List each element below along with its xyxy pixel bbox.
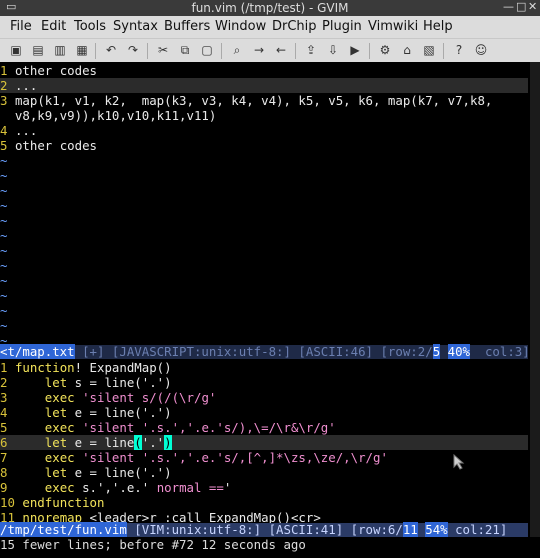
top-buffer-line[interactable]: 4 ... [0,123,528,138]
redo-icon[interactable]: ↷ [126,43,140,57]
menu-bar: File Edit Tools Syntax Buffers Window Dr… [0,16,540,38]
toolbar-separator [443,43,444,59]
toolbar-separator [369,43,370,59]
toolbar-separator [95,43,96,59]
open-file-icon[interactable]: ▣ [9,43,23,57]
find-icon[interactable]: ⌕ [230,43,244,57]
toolbar: ▣ ▤ ▥ ▦ ↶ ↷ ✂ ⧉ ▢ ⌕ → ← ⇪ ⇩ ▶ ⚙ ⌂ ▧ ? ☺ [0,38,540,63]
cut-icon[interactable]: ✂ [156,43,170,57]
menu-file[interactable]: File [10,19,32,34]
toolbar-separator [221,43,222,59]
top-buffer-line[interactable]: 1 other codes [0,63,528,78]
menu-vimwiki[interactable]: Vimwiki [368,19,418,34]
empty-line-tilde: ~ [0,243,8,258]
top-buffer-statusline[interactable]: <t/map.txt [+] [JAVASCRIPT:unix:utf-8:] … [0,344,530,359]
menu-help[interactable]: Help [423,19,453,34]
command-line[interactable]: 15 fewer lines; before #72 12 seconds ag… [0,537,540,553]
toolbar-separator [147,43,148,59]
close-icon[interactable]: ✕ [528,0,537,13]
title-bar: ▭ fun.vim (/tmp/test) - GVIM — □ ✕ [0,0,540,16]
load-session-icon[interactable]: ⇪ [304,43,318,57]
menu-drchip[interactable]: DrChip [272,19,317,34]
shell-icon[interactable]: ▧ [422,43,436,57]
tag-icon[interactable]: ⌂ [400,43,414,57]
code-line[interactable]: 1 function! ExpandMap() [0,360,528,375]
matching-paren: ) [164,435,172,450]
code-line[interactable]: 8 let e = line('.') [0,465,528,480]
text-cursor: ( [134,435,142,450]
help-icon[interactable]: ? [452,43,466,57]
bottom-buffer-statusline[interactable]: /tmp/test/fun.vim [VIM:unix:utf-8:] [ASC… [0,522,528,537]
empty-line-tilde: ~ [0,198,8,213]
paste-icon[interactable]: ▢ [200,43,214,57]
save-session-icon[interactable]: ⇩ [326,43,340,57]
code-line[interactable]: 5 exec 'silent '.s.','.e.'s/),\=/\r&\r/g… [0,420,528,435]
code-line[interactable]: 9 exec s.','.e.' normal ==' [0,480,528,495]
menu-buffers[interactable]: Buffers [164,19,210,34]
print-icon[interactable]: ▦ [75,43,89,57]
menu-syntax[interactable]: Syntax [113,19,158,34]
top-buffer-line[interactable]: 3 map(k1, v1, k2, map(k3, v3, k4, v4), k… [0,93,528,108]
empty-line-tilde: ~ [0,273,8,288]
menu-tools[interactable]: Tools [74,19,106,34]
empty-line-tilde: ~ [0,228,8,243]
empty-line-tilde: ~ [0,288,8,303]
scrollbar[interactable] [530,62,540,540]
top-buffer-line-wrap[interactable]: v8,k9,v9)),k10,v10,k11,v11) [0,108,528,123]
code-line[interactable]: 7 exec 'silent '.s.','.e.'s/,[^,]*\zs,\z… [0,450,528,465]
mouse-pointer-icon [453,454,465,470]
code-line-current[interactable]: 6 let e = line('.') [0,435,528,450]
code-line[interactable]: 2 let s = line('.') [0,375,528,390]
code-line[interactable]: 10 endfunction [0,495,528,510]
window-title: fun.vim (/tmp/test) - GVIM [191,1,349,15]
code-line[interactable]: 4 let e = line('.') [0,405,528,420]
run-script-icon[interactable]: ▶ [348,43,362,57]
gvim-window: ▭ fun.vim (/tmp/test) - GVIM — □ ✕ File … [0,0,540,558]
copy-icon[interactable]: ⧉ [178,43,192,57]
find-next-icon[interactable]: → [252,43,266,57]
empty-line-tilde: ~ [0,318,8,333]
empty-line-tilde: ~ [0,213,8,228]
top-buffer-cursorline[interactable]: 2 ... [0,78,528,93]
undo-icon[interactable]: ↶ [104,43,118,57]
find-prev-icon[interactable]: ← [274,43,288,57]
save-all-icon[interactable]: ▥ [53,43,67,57]
menu-edit[interactable]: Edit [41,19,66,34]
menu-window[interactable]: Window [215,19,266,34]
empty-line-tilde: ~ [0,258,8,273]
empty-line-tilde: ~ [0,168,8,183]
top-buffer-line[interactable]: 5 other codes [0,138,528,153]
save-icon[interactable]: ▤ [31,43,45,57]
find-help-icon[interactable]: ☺ [474,43,488,57]
menu-plugin[interactable]: Plugin [322,19,362,34]
maximize-icon[interactable]: □ [516,0,526,13]
empty-line-tilde: ~ [0,303,8,318]
minimize-icon[interactable]: — [503,0,514,13]
make-icon[interactable]: ⚙ [378,43,392,57]
empty-line-tilde: ~ [0,183,8,198]
empty-line-tilde: ~ [0,153,8,168]
editor-area[interactable]: 1 other codes 2 ... 3 map(k1, v1, k2, ma… [0,62,540,552]
toolbar-separator [295,43,296,59]
code-line[interactable]: 3 exec 'silent s/(/(\r/g' [0,390,528,405]
